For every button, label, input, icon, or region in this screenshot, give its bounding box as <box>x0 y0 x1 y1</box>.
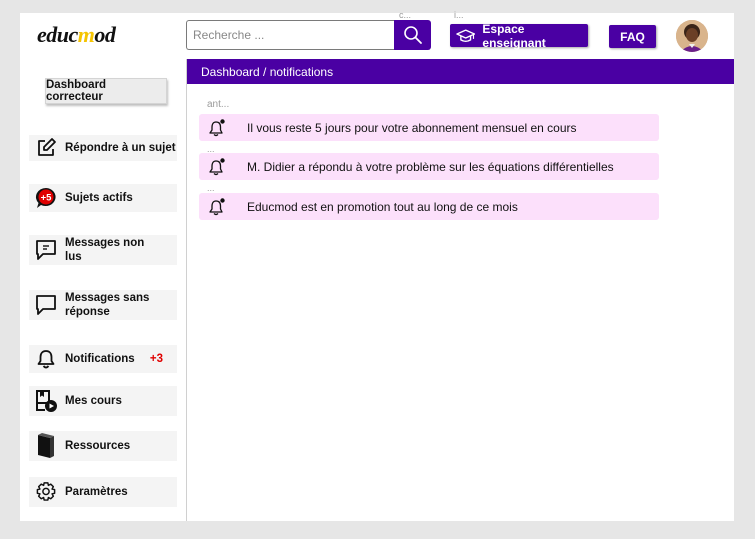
bell-icon <box>34 347 58 371</box>
teacher-space-label: Espace enseignant <box>482 21 546 50</box>
sidebar-item-answer-topic[interactable]: Répondre à un sujet <box>29 135 177 161</box>
logo[interactable]: educmod <box>37 22 116 48</box>
sidebar-item-label: Répondre à un sujet <box>65 142 176 154</box>
tooltip-hint: i... <box>454 10 464 20</box>
sidebar-item-label: Sujets actifs <box>65 192 133 204</box>
bell-icon <box>209 198 225 216</box>
faq-button[interactable]: FAQ <box>609 25 656 48</box>
gear-icon <box>34 480 58 504</box>
notification-item[interactable]: Educmod est en promotion tout au long de… <box>199 193 659 220</box>
teacher-space-button[interactable]: Espace enseignant <box>450 21 588 50</box>
sidebar-item-label: Mes cours <box>65 395 122 407</box>
bell-icon <box>209 158 225 176</box>
sidebar-item-resources[interactable]: Ressources <box>29 431 177 461</box>
notifications-count-badge: +3 <box>149 353 163 365</box>
book-icon <box>34 433 58 458</box>
notification-text: Educmod est en promotion tout au long de… <box>247 199 518 214</box>
topics-count-badge: +5 <box>41 193 53 204</box>
logo-part-1: educ <box>37 22 78 47</box>
sidebar-item-unread-messages[interactable]: Messages non lus <box>29 235 177 265</box>
app-window: educmod c... i... Espace enseignant FAQ <box>20 10 734 521</box>
sidebar-item-label: Notifications <box>65 353 135 365</box>
sidebar-item-label: Messages sans réponse <box>65 292 150 318</box>
notification-item[interactable]: Il vous reste 5 jours pour votre abonnem… <box>199 114 659 141</box>
search-bar <box>186 20 431 50</box>
notification-text: M. Didier a répondu à votre problème sur… <box>247 159 614 174</box>
edit-icon <box>34 136 58 160</box>
breadcrumb: Dashboard / notifications <box>187 59 734 84</box>
search-button[interactable] <box>394 20 431 50</box>
sidebar: Dashboard correcteur Répondre à un sujet… <box>20 59 187 521</box>
message-icon <box>34 238 58 262</box>
chat-bubble-badge-icon: +5 <box>34 186 58 210</box>
logo-part-accent: m <box>77 22 95 47</box>
notification-item[interactable]: M. Didier a répondu à votre problème sur… <box>199 153 659 180</box>
tooltip-hint: c... <box>399 10 412 20</box>
breadcrumb-text: Dashboard / notifications <box>201 64 334 79</box>
sidebar-item-label: Paramètres <box>65 486 128 498</box>
sidebar-item-unanswered-messages[interactable]: Messages sans réponse <box>29 290 177 320</box>
sidebar-item-settings[interactable]: Paramètres <box>29 477 177 507</box>
sidebar-item-my-courses[interactable]: Mes cours <box>29 386 177 416</box>
graduation-cap-icon <box>456 28 476 42</box>
sidebar-item-active-topics[interactable]: +5 Sujets actifs <box>29 184 177 212</box>
message-empty-icon <box>34 293 58 317</box>
sidebar-item-label: Messages non lus <box>65 237 145 263</box>
notification-text: Il vous reste 5 jours pour votre abonnem… <box>247 120 577 135</box>
faq-label: FAQ <box>620 29 645 44</box>
avatar[interactable] <box>676 20 708 52</box>
role-button-label: Dashboard correcteur <box>46 79 107 103</box>
sidebar-item-label: Ressources <box>65 440 131 452</box>
dashboard-corrector-button[interactable]: Dashboard correcteur <box>45 78 167 104</box>
separator-dots: ... <box>207 183 215 193</box>
course-play-icon <box>34 389 58 413</box>
logo-part-2: od <box>94 22 116 47</box>
main-content: Dashboard / notifications ant... Il vous… <box>187 59 734 521</box>
bell-icon <box>209 119 225 137</box>
tooltip-hint: ant... <box>207 99 230 110</box>
search-icon <box>403 26 422 44</box>
avatar-image <box>676 20 708 52</box>
search-input[interactable] <box>186 20 395 50</box>
sidebar-item-notifications[interactable]: Notifications +3 <box>29 345 177 373</box>
